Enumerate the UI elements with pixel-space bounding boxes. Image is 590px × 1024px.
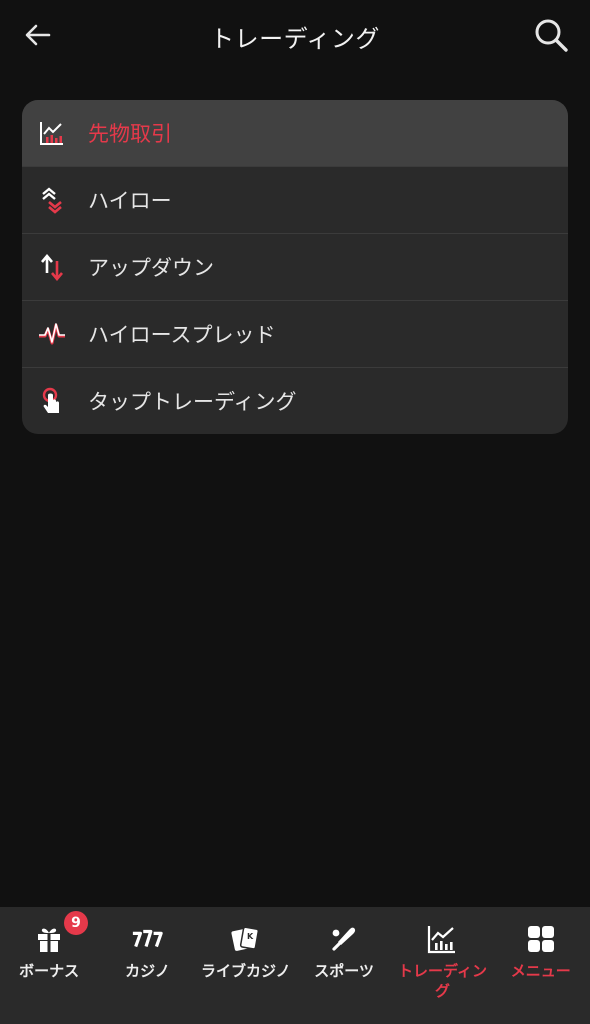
- tab-trading[interactable]: トレーディング: [393, 907, 491, 1024]
- search-icon: [535, 19, 568, 52]
- tab-casino[interactable]: カジノ: [98, 907, 196, 1024]
- menu-item-label: タップトレーディング: [88, 390, 297, 414]
- trading-menu: 先物取引 ハイロー アップダウン ハイロースプレッド タップトレーディング: [22, 100, 568, 434]
- bat-ball-icon: [328, 923, 360, 955]
- tab-menu[interactable]: メニュー: [492, 907, 590, 1024]
- menu-item-label: アップダウン: [88, 256, 214, 280]
- grid-icon: [525, 923, 557, 955]
- menu-item-label: ハイロー: [88, 189, 172, 213]
- search-button[interactable]: [530, 14, 572, 56]
- tab-label: スポーツ: [314, 962, 374, 980]
- tab-label: トレーディング: [398, 962, 487, 1000]
- tab-sports[interactable]: スポーツ: [295, 907, 393, 1024]
- menu-item-futures[interactable]: 先物取引: [22, 100, 568, 167]
- tab-label: メニュー: [510, 962, 571, 980]
- chart-icon: [426, 923, 458, 955]
- tap-icon: [38, 387, 66, 415]
- tab-label: ボーナス: [19, 962, 80, 980]
- arrows-up-down-icon: [38, 253, 66, 281]
- slots-777-icon: [131, 923, 164, 955]
- top-bar: トレーディング: [0, 0, 590, 70]
- gift-icon: [33, 923, 65, 955]
- pulse-icon: [38, 320, 66, 348]
- tab-label: カジノ: [125, 962, 170, 980]
- menu-item-highlow[interactable]: ハイロー: [22, 167, 568, 234]
- tab-bonus[interactable]: 9 ボーナス: [0, 907, 98, 1024]
- menu-item-tap-trading[interactable]: タップトレーディング: [22, 368, 568, 434]
- menu-item-updown[interactable]: アップダウン: [22, 234, 568, 301]
- page-title: トレーディング: [210, 25, 380, 53]
- menu-item-label: ハイロースプレッド: [88, 323, 276, 347]
- menu-item-highlow-spread[interactable]: ハイロースプレッド: [22, 301, 568, 368]
- chevrons-up-down-icon: [38, 186, 66, 214]
- tab-live-casino[interactable]: K ライブカジノ: [197, 907, 295, 1024]
- chart-icon: [38, 119, 66, 147]
- svg-text:K: K: [247, 932, 254, 941]
- cards-icon: K: [230, 923, 262, 955]
- bottom-tab-bar: 9 ボーナス カジノ K ライブカジノ スポーツ トレーディング メニュー: [0, 907, 590, 1024]
- notification-badge: 9: [64, 911, 88, 935]
- tab-label: ライブカジノ: [200, 962, 291, 980]
- menu-item-label: 先物取引: [88, 122, 172, 146]
